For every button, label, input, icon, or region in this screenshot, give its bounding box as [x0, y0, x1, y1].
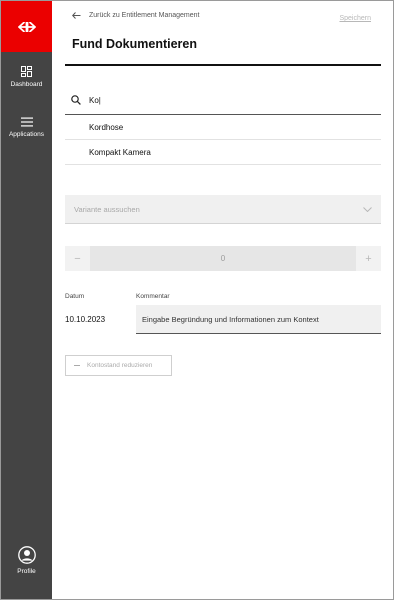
title-divider: [65, 64, 381, 66]
sidebar-item-label: Profile: [17, 568, 36, 575]
menu-icon: [20, 117, 33, 127]
sidebar-item-dashboard[interactable]: Dashboard: [1, 66, 52, 88]
sidebar-item-profile[interactable]: Profile: [1, 546, 52, 575]
reduce-balance-label: Kontostand reduzieren: [87, 362, 153, 369]
suggestion-item[interactable]: Kompakt Kamera: [65, 140, 381, 165]
reduce-balance-button[interactable]: Kontostand reduzieren: [65, 355, 172, 376]
date-label: Datum: [65, 293, 85, 300]
sidebar-item-applications[interactable]: Applications: [1, 117, 52, 138]
user-icon: [17, 546, 36, 564]
sidebar: Dashboard Applications Profile: [1, 1, 52, 599]
back-link-label: Zurück zu Entitlement Management: [89, 12, 200, 19]
save-button[interactable]: Speichern: [339, 15, 371, 22]
brand-logo[interactable]: [1, 1, 52, 52]
date-value: 10.10.2023: [65, 315, 106, 324]
chevron-down-icon: [363, 206, 372, 212]
search-field: [65, 86, 381, 115]
minus-icon: [74, 365, 80, 366]
sbb-logo-icon: [17, 21, 36, 32]
page-title: Fund Dokumentieren: [72, 37, 198, 51]
variant-select[interactable]: Variante aussuchen: [65, 195, 381, 224]
variant-placeholder: Variante aussuchen: [74, 204, 140, 214]
decrement-button[interactable]: −: [65, 246, 90, 271]
quantity-value[interactable]: 0: [90, 246, 356, 271]
suggestion-item[interactable]: Kordhose: [65, 115, 381, 140]
search-icon: [71, 95, 81, 105]
dashboard-icon: [21, 66, 32, 77]
comment-label: Kommentar: [136, 293, 170, 300]
sidebar-item-label: Dashboard: [10, 81, 43, 88]
increment-button[interactable]: +: [356, 246, 381, 271]
sidebar-item-label: Applications: [8, 131, 45, 138]
quantity-stepper: − 0 +: [65, 246, 381, 271]
back-link[interactable]: Zurück zu Entitlement Management: [72, 12, 200, 19]
comment-field[interactable]: Eingabe Begründung und Informationen zum…: [136, 305, 381, 334]
search-input[interactable]: [89, 95, 349, 105]
main-content: Zurück zu Entitlement Management Speiche…: [52, 1, 393, 599]
arrow-left-icon: [72, 12, 81, 19]
